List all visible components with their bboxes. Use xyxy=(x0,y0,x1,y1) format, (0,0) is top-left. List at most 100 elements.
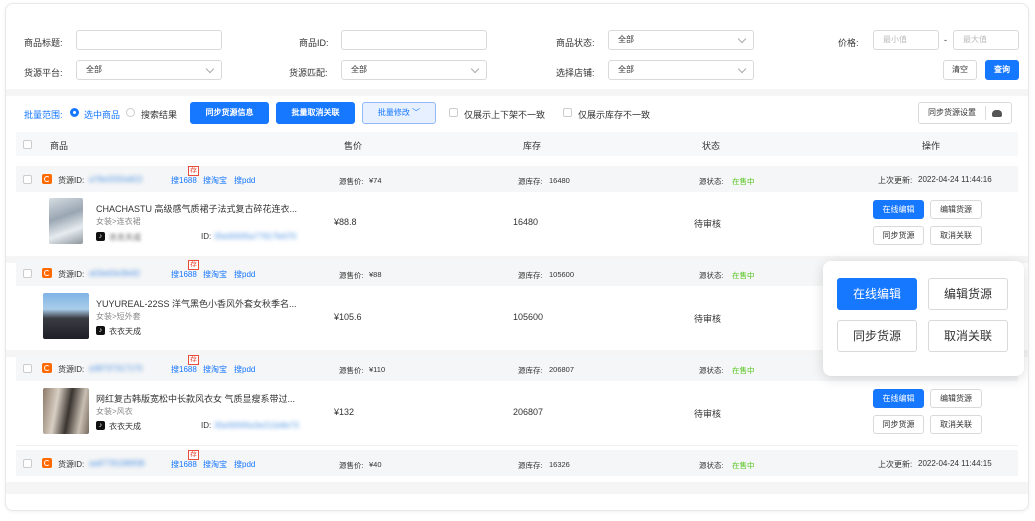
sync-source-button[interactable]: 同步货源 xyxy=(873,226,924,245)
match-filter-select[interactable]: 全部 xyxy=(341,60,487,80)
shop-filter-select[interactable]: 全部 xyxy=(608,60,754,80)
search-taobao-link[interactable]: 搜淘宝 xyxy=(203,175,227,186)
edit-online-button[interactable]: 在线编辑 xyxy=(873,389,924,408)
price-filter-label: 价格: xyxy=(838,38,859,48)
sync-source-button[interactable]: 同步货源 xyxy=(873,415,924,434)
match-filter-label: 货源匹配: xyxy=(289,68,328,78)
batch-unlink-button[interactable]: 批量取消关联 xyxy=(276,102,355,124)
price-min-input[interactable]: 最小值 xyxy=(873,30,939,50)
source-stock-value: 105600 xyxy=(549,270,575,279)
search-button[interactable]: 查询 xyxy=(985,60,1019,80)
item-id-value[interactable]: 35e00005a77917fe070 xyxy=(214,232,296,241)
price-max-input[interactable]: 最大值 xyxy=(953,30,1019,50)
last-update-label: 上次更新: xyxy=(878,460,913,469)
source-price-label: 源售价: xyxy=(339,366,364,375)
title-filter-input[interactable] xyxy=(76,30,222,50)
id-filter-label: 商品ID: xyxy=(299,38,329,48)
source-id-value[interactable]: aa97781089f38 xyxy=(89,459,145,468)
search-1688-link[interactable]: 搜1688 xyxy=(171,459,197,470)
search-taobao-link[interactable]: 搜淘宝 xyxy=(203,459,227,470)
sync-source-info-button[interactable]: 同步货源信息 xyxy=(190,102,269,124)
row-checkbox[interactable] xyxy=(23,459,32,468)
sync-source-button[interactable]: 同步货源 xyxy=(837,320,917,352)
source-id-value[interactable]: a38737317170 xyxy=(89,364,142,373)
search-pdd-link[interactable]: 搜pdd xyxy=(234,364,255,375)
source-id-label: 货源ID: xyxy=(58,176,85,185)
source-price-label: 源售价: xyxy=(339,461,364,470)
chevron-down-icon xyxy=(737,34,747,44)
item-id-label: ID: xyxy=(201,232,212,241)
product-title[interactable]: 网红复古韩版宽松中长款风衣女 气质显瘦系带过... xyxy=(96,392,295,405)
edit-online-button[interactable]: 在线编辑 xyxy=(837,278,917,310)
source-bar: 货源ID: aa97781089f38 荐 搜1688 搜淘宝 搜pdd 源售价… xyxy=(16,450,1018,476)
table-header: 商品 售价 库存 状态 操作 xyxy=(16,132,1018,156)
source-id-value[interactable]: a79e3332e822 xyxy=(89,175,142,184)
only-shelf-checkbox[interactable] xyxy=(449,108,458,117)
action-buttons-callout: 在线编辑 编辑货源 同步货源 取消关联 xyxy=(823,261,1024,376)
source-stock-label: 源库存: xyxy=(518,271,543,280)
match-filter-value: 全部 xyxy=(351,65,367,74)
unlink-button[interactable]: 取消关联 xyxy=(928,320,1008,352)
shop-filter-value: 全部 xyxy=(618,65,634,74)
product-image[interactable] xyxy=(49,198,83,244)
chevron-down-icon: ﹀ xyxy=(412,108,421,117)
unlink-button[interactable]: 取消关联 xyxy=(930,226,982,245)
radio-results[interactable] xyxy=(126,108,135,117)
edit-online-button[interactable]: 在线编辑 xyxy=(873,200,924,219)
product-category: 女装>风衣 xyxy=(96,407,133,416)
douyin-icon: ♪ xyxy=(96,421,105,430)
last-update-value: 2022-04-24 11:44:16 xyxy=(918,175,992,184)
row-checkbox[interactable] xyxy=(23,175,32,184)
product-title[interactable]: YUYUREAL-22SS 洋气黑色小香风外套女秋季名... xyxy=(96,297,297,310)
chevron-down-icon xyxy=(205,64,215,74)
only-stock-checkbox[interactable] xyxy=(563,108,572,117)
batch-edit-button[interactable]: 批量修改 ﹀ xyxy=(362,102,436,124)
source-status-value: 在售中 xyxy=(732,177,755,186)
search-1688-link[interactable]: 搜1688 xyxy=(171,175,197,186)
product-image[interactable] xyxy=(43,293,89,339)
row-divider xyxy=(16,445,1018,446)
item-id-label: ID: xyxy=(201,421,212,430)
product-image[interactable] xyxy=(43,388,89,434)
price-dash: - xyxy=(944,35,947,45)
search-1688-link[interactable]: 搜1688 xyxy=(171,364,197,375)
source-status-value: 在售中 xyxy=(732,366,755,375)
table-bottom xyxy=(6,482,1028,494)
search-pdd-link[interactable]: 搜pdd xyxy=(234,175,255,186)
search-1688-link[interactable]: 搜1688 xyxy=(171,269,197,280)
product-title[interactable]: CHACHASTU 高级感气质裙子法式复古碎花连衣... xyxy=(96,202,297,215)
shop-name: 衣衣天成 xyxy=(109,422,141,431)
1688-logo-icon xyxy=(42,268,52,278)
row-checkbox[interactable] xyxy=(23,364,32,373)
header-price: 售价 xyxy=(344,141,363,151)
status-value: 待审核 xyxy=(694,409,722,419)
row-checkbox[interactable] xyxy=(23,269,32,278)
unlink-button[interactable]: 取消关联 xyxy=(930,415,982,434)
cloud-upload-icon[interactable] xyxy=(992,110,1002,117)
item-id-value[interactable]: 35e00005e3e212e8e73 xyxy=(214,421,299,430)
price-value: ¥88.8 xyxy=(334,217,357,227)
search-taobao-link[interactable]: 搜淘宝 xyxy=(203,364,227,375)
select-all-checkbox[interactable] xyxy=(23,140,32,149)
source-stock-value: 16480 xyxy=(549,176,570,185)
edit-source-button[interactable]: 编辑货源 xyxy=(928,278,1008,310)
chevron-down-icon xyxy=(470,64,480,74)
radio-selected[interactable] xyxy=(70,108,79,117)
source-status-label: 源状态: xyxy=(699,366,724,375)
search-pdd-link[interactable]: 搜pdd xyxy=(234,459,255,470)
source-id-value[interactable]: a03e63e3fe92 xyxy=(89,269,140,278)
source-id-label: 货源ID: xyxy=(58,460,85,469)
platform-filter-select[interactable]: 全部 xyxy=(76,60,222,80)
search-pdd-link[interactable]: 搜pdd xyxy=(234,269,255,280)
price-value: ¥132 xyxy=(334,407,355,417)
clear-button[interactable]: 清空 xyxy=(943,60,977,80)
id-filter-input[interactable] xyxy=(341,30,487,50)
search-taobao-link[interactable]: 搜淘宝 xyxy=(203,269,227,280)
status-filter-select[interactable]: 全部 xyxy=(608,30,754,50)
source-price-value: ¥74 xyxy=(369,176,382,185)
edit-source-button[interactable]: 编辑货源 xyxy=(930,389,982,408)
sync-settings-button[interactable]: 同步货源设置 xyxy=(918,102,1012,124)
source-status-value: 在售中 xyxy=(732,461,755,470)
1688-logo-icon xyxy=(42,458,52,468)
edit-source-button[interactable]: 编辑货源 xyxy=(930,200,982,219)
